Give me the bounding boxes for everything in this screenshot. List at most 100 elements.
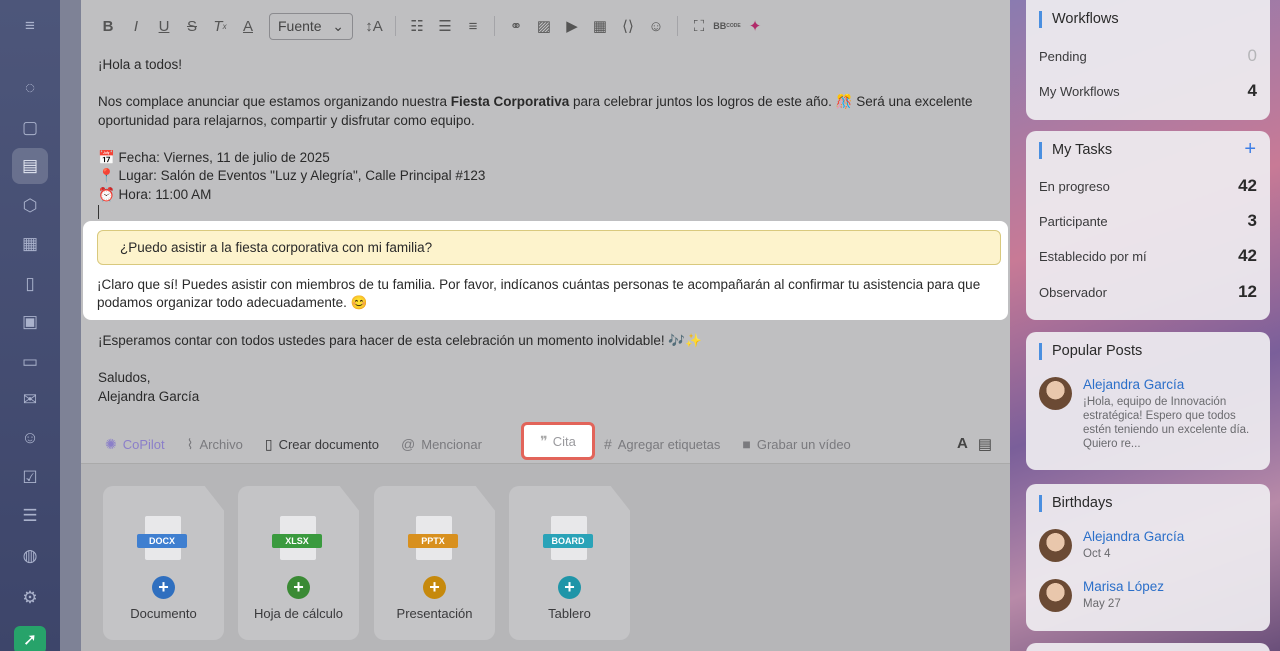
add-icon: + — [287, 576, 310, 599]
mail-icon[interactable]: ✉ — [12, 382, 48, 418]
emoji-icon[interactable]: ☺ — [645, 15, 667, 37]
link-icon[interactable]: ⚭ — [505, 15, 527, 37]
bullet-list-icon[interactable]: ☰ — [434, 15, 456, 37]
panel-icon[interactable]: ▤ — [978, 435, 992, 453]
task-row[interactable]: Participante 3 — [1039, 211, 1257, 231]
workflow-row[interactable]: Pending 0 — [1039, 46, 1257, 66]
italic-icon[interactable]: I — [125, 15, 147, 37]
author-name[interactable]: Alejandra García — [1083, 377, 1184, 392]
add-icon: + — [152, 576, 175, 599]
task-row[interactable]: Establecido por mí 42 — [1039, 246, 1257, 266]
file-tag: XLSX — [272, 534, 322, 548]
birthday-date: May 27 — [1083, 598, 1121, 610]
filter-icon[interactable]: ☰ — [12, 498, 48, 534]
widget-title: Workflows — [1039, 11, 1119, 28]
doc-card-label: Documento — [130, 606, 197, 621]
place-line: 📍 Lugar: Salón de Eventos "Luz y Alegría… — [98, 168, 486, 183]
gear-icon[interactable]: ⚙ — [12, 580, 48, 616]
feed-icon[interactable]: ▤ — [12, 148, 48, 184]
activity-icon[interactable]: ◌ — [12, 70, 48, 106]
at-icon: @ — [401, 436, 416, 452]
file-tag: DOCX — [137, 534, 187, 548]
date-line: 📅 Fecha: Viernes, 11 de julio de 2025 — [98, 150, 330, 165]
strikethrough-icon[interactable]: S — [181, 15, 203, 37]
action-bar: ✺ CoPilot ⌇ Archivo ▯ Crear documento @ Menc… — [81, 422, 1010, 463]
doc-card-board[interactable]: BOARD + Tablero — [509, 486, 630, 640]
sparkle-icon[interactable]: ✦ — [744, 15, 766, 37]
toolbar-divider — [395, 16, 396, 36]
mencionar-button[interactable]: @ Mencionar — [401, 436, 482, 452]
tasks-widget: My Tasks + En progreso 42 Participante 3 E… — [1026, 131, 1270, 320]
regards-line: Saludos, — [98, 370, 151, 385]
right-sidebar: Workflows Pending 0 My Workflows 4 My Task… — [1010, 0, 1280, 651]
clear-format-icon[interactable]: Tx — [209, 15, 231, 37]
image-icon[interactable]: ▨ — [533, 15, 555, 37]
add-task-icon[interactable]: + — [1244, 138, 1256, 161]
robot-icon[interactable]: ◍ — [12, 538, 48, 574]
align-icon[interactable]: ≡ — [462, 15, 484, 37]
doc-card-xlsx[interactable]: XLSX + Hoja de cálculo — [238, 486, 359, 640]
hash-icon: # — [603, 436, 612, 452]
numbered-list-icon[interactable]: ☷ — [406, 15, 428, 37]
bbcode-icon[interactable]: BB CODE — [713, 15, 740, 37]
cita-button[interactable]: ❞ Cita — [521, 422, 595, 460]
chat-icon[interactable]: ▢ — [12, 110, 48, 146]
workflow-row[interactable]: My Workflows 4 — [1039, 81, 1257, 101]
doc-card-docx[interactable]: DOCX + Documento — [103, 486, 224, 640]
avatar — [1039, 579, 1072, 612]
card-icon[interactable]: ▭ — [12, 344, 48, 380]
task-row[interactable]: Observador 12 — [1039, 282, 1257, 302]
camera-icon: ■ — [742, 436, 751, 452]
avatar — [1039, 529, 1072, 562]
highlight-block: ¿Puedo asistir a la fiesta corporativa c… — [83, 221, 1008, 320]
document-icon: ▯ — [264, 435, 273, 452]
format-toolbar: B I U S Tx A Fuente ⌄ ↕A ☷ ☰ ≡ ⚭ ▨ ▶ ▦ ⟨… — [81, 0, 1010, 52]
paperclip-icon: ⌇ — [186, 435, 194, 452]
copilot-button[interactable]: ✺ CoPilot — [105, 436, 165, 453]
next-widget — [1026, 643, 1270, 651]
widget-title: Popular Posts — [1039, 343, 1142, 360]
archivo-button[interactable]: ⌇ Archivo — [187, 436, 243, 453]
time-line: ⏰ Hora: 11:00 AM — [98, 187, 212, 202]
task-row[interactable]: En progreso 42 — [1039, 176, 1257, 196]
workflows-widget: Workflows Pending 0 My Workflows 4 — [1026, 0, 1270, 120]
fullscreen-icon[interactable]: ⛶ — [688, 15, 710, 37]
table-icon[interactable]: ▦ — [589, 15, 611, 37]
copilot-icon: ✺ — [105, 435, 117, 452]
document-icon[interactable]: ▯ — [12, 266, 48, 302]
menu-icon[interactable]: ≡ — [12, 8, 48, 44]
birthday-date: Oct 4 — [1083, 548, 1111, 560]
person-name[interactable]: Alejandra García — [1083, 529, 1184, 544]
hexagon-icon[interactable]: ⬡ — [12, 188, 48, 224]
video-icon[interactable]: ▶ — [561, 15, 583, 37]
doc-card-pptx[interactable]: PPTX + Presentación — [374, 486, 495, 640]
crear-documento-button[interactable]: ▯ Crear documento — [265, 436, 379, 453]
tasks-icon[interactable]: ☑ — [12, 460, 48, 496]
code-icon[interactable]: ⟨⟩ — [617, 15, 639, 37]
users-icon[interactable]: ☺ — [12, 420, 48, 456]
nav-rail: ≡ ◌ ▢ ▤ ⬡ ▦ ▯ ▣ ▭ ✉ ☺ ☑ ☰ ◍ ⚙ ➚ — [0, 0, 60, 651]
file-tag: PPTX — [408, 534, 458, 548]
font-select[interactable]: Fuente ⌄ — [269, 12, 353, 40]
quote-block: ¿Puedo asistir a la fiesta corporativa c… — [97, 230, 1001, 265]
bold-icon[interactable]: B — [97, 15, 119, 37]
quote-icon: ❞ — [540, 432, 548, 449]
rocket-icon[interactable]: ➚ — [14, 626, 46, 651]
board-icon[interactable]: ▣ — [12, 304, 48, 340]
post-excerpt: ¡Hola, equipo de Innovación estratégica!… — [1083, 396, 1250, 450]
person-name[interactable]: Marisa López — [1083, 579, 1164, 594]
post-editor: B I U S Tx A Fuente ⌄ ↕A ☷ ☰ ≡ ⚭ ▨ ▶ ▦ ⟨… — [81, 0, 1010, 651]
font-toggle-icon[interactable]: A — [957, 435, 968, 453]
font-size-icon[interactable]: ↕A — [363, 15, 385, 37]
action-bar-right: A ▤ — [957, 435, 992, 453]
grabar-video-button[interactable]: ■ Grabar un vídeo — [742, 436, 850, 452]
greeting: ¡Hola a todos! — [98, 57, 183, 72]
file-tag: BOARD — [543, 534, 593, 548]
agregar-etiquetas-button[interactable]: # Agregar etiquetas — [604, 436, 720, 452]
underline-icon[interactable]: U — [153, 15, 175, 37]
text-color-icon[interactable]: A — [237, 15, 259, 37]
birthdays-widget: Birthdays Alejandra García Oct 4 Marisa … — [1026, 484, 1270, 631]
doc-card-label: Presentación — [396, 606, 473, 621]
doc-card-label: Tablero — [548, 606, 591, 621]
calendar-icon[interactable]: ▦ — [12, 226, 48, 262]
